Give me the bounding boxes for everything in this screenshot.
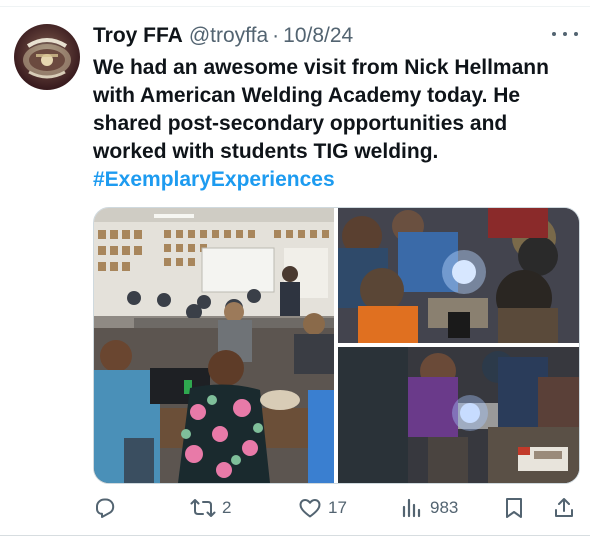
heart-icon — [299, 499, 321, 518]
tweet-text: We had an awesome visit from Nick Hellma… — [93, 54, 573, 194]
retweet-button[interactable]: 2 — [190, 490, 231, 526]
action-bar: 2 17 983 — [0, 490, 590, 526]
separator-dot: · — [272, 24, 280, 47]
media-grid — [93, 207, 580, 484]
reply-icon — [96, 498, 115, 518]
views-button[interactable]: 983 — [400, 490, 458, 526]
display-name[interactable]: Troy FFA — [93, 24, 183, 48]
avatar[interactable] — [14, 24, 80, 90]
bookmark-button[interactable] — [503, 490, 525, 526]
share-icon — [555, 498, 573, 517]
reply-button[interactable] — [93, 490, 117, 526]
share-button[interactable] — [552, 490, 576, 526]
ffa-emblem-icon — [23, 38, 71, 79]
photo-welding-demo[interactable] — [338, 347, 579, 483]
bottom-divider — [0, 535, 590, 536]
retweet-count: 2 — [222, 498, 232, 517]
tweet-body: We had an awesome visit from Nick Hellma… — [93, 56, 549, 163]
top-divider — [0, 6, 590, 7]
views-chart-icon — [402, 498, 421, 518]
retweet-icon — [190, 499, 216, 517]
bookmark-icon — [506, 498, 522, 518]
view-count: 983 — [430, 498, 459, 517]
like-count: 17 — [328, 498, 347, 517]
user-handle[interactable]: @troyffa — [189, 24, 268, 48]
tweet-date[interactable]: 10/8/24 — [283, 24, 353, 48]
hashtag-link[interactable]: #ExemplaryExperiences — [93, 168, 335, 191]
photo-welding-closeup[interactable] — [338, 208, 579, 343]
more-options-icon[interactable] — [552, 26, 578, 42]
like-button[interactable]: 17 — [298, 490, 347, 526]
tweet-header: Troy FFA @troyffa · 10/8/24 — [93, 22, 353, 50]
photo-classroom[interactable] — [94, 208, 334, 483]
